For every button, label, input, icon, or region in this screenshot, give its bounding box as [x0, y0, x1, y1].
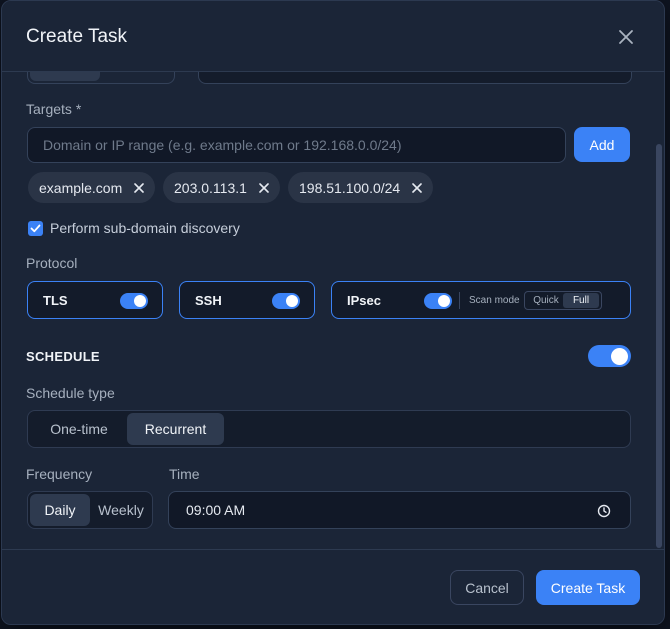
- create-task-dialog: Create Task Targets * Add example.com 20…: [1, 0, 665, 625]
- frequency-daily[interactable]: Daily: [30, 494, 90, 526]
- schedule-type-selector: One-time Recurrent: [27, 410, 631, 448]
- time-label: Time: [169, 466, 200, 482]
- add-target-button[interactable]: Add: [574, 127, 630, 162]
- cancel-button[interactable]: Cancel: [450, 570, 524, 605]
- chip-label: example.com: [39, 179, 123, 196]
- dialog-header: Create Task: [2, 1, 664, 72]
- subdomain-label[interactable]: Perform sub-domain discovery: [50, 220, 240, 236]
- chip-label: 203.0.113.1: [174, 179, 247, 196]
- frequency-selector: Daily Weekly: [27, 491, 153, 529]
- schedule-title: SCHEDULE: [26, 349, 100, 364]
- frequency-weekly[interactable]: Weekly: [91, 494, 151, 526]
- ssh-toggle[interactable]: [272, 293, 300, 309]
- tls-toggle[interactable]: [120, 293, 148, 309]
- scan-mode-quick[interactable]: Quick: [527, 292, 565, 309]
- protocol-card-ssh: SSH: [179, 281, 315, 319]
- divider: [459, 292, 460, 309]
- scan-mode-full[interactable]: Full: [563, 293, 599, 308]
- scan-mode-selector: Quick Full: [524, 291, 602, 310]
- checkmark-icon: [30, 224, 41, 233]
- target-chip: 203.0.113.1: [163, 172, 280, 203]
- target-chip: example.com: [28, 172, 155, 203]
- chip-label: 198.51.100.0/24: [299, 179, 401, 196]
- partial-segmented-control[interactable]: [27, 72, 175, 84]
- schedule-type-label: Schedule type: [26, 385, 115, 401]
- time-input[interactable]: 09:00 AM: [168, 491, 631, 529]
- schedule-type-one-time[interactable]: One-time: [32, 413, 126, 445]
- subdomain-checkbox[interactable]: [28, 221, 43, 236]
- clock-icon[interactable]: [597, 504, 611, 518]
- close-icon[interactable]: [616, 27, 636, 47]
- target-input[interactable]: [27, 127, 566, 163]
- time-value: 09:00 AM: [186, 502, 246, 518]
- remove-chip-icon[interactable]: [134, 182, 144, 193]
- dialog-body: Targets * Add example.com 203.0.113.1 19…: [2, 72, 664, 549]
- dialog-footer: Cancel Create Task: [2, 549, 664, 624]
- remove-chip-icon[interactable]: [259, 182, 269, 193]
- remove-chip-icon[interactable]: [412, 182, 422, 193]
- protocol-name: SSH: [195, 293, 222, 308]
- protocol-card-tls: TLS: [27, 281, 163, 319]
- partial-input[interactable]: [198, 72, 632, 84]
- protocol-name: TLS: [43, 293, 68, 308]
- targets-label: Targets *: [26, 101, 82, 117]
- scan-mode-label: Scan mode: [469, 295, 520, 306]
- scrollbar[interactable]: [656, 144, 662, 548]
- frequency-label: Frequency: [26, 466, 93, 482]
- create-task-button[interactable]: Create Task: [536, 570, 640, 605]
- protocol-label: Protocol: [26, 255, 78, 271]
- ipsec-toggle[interactable]: [424, 293, 452, 309]
- schedule-toggle[interactable]: [588, 345, 631, 367]
- protocol-card-ipsec: IPsec Scan mode Quick Full: [331, 281, 631, 319]
- target-chip: 198.51.100.0/24: [288, 172, 433, 203]
- protocol-name: IPsec: [347, 293, 381, 308]
- schedule-type-recurrent[interactable]: Recurrent: [127, 413, 224, 445]
- dialog-title: Create Task: [26, 26, 128, 47]
